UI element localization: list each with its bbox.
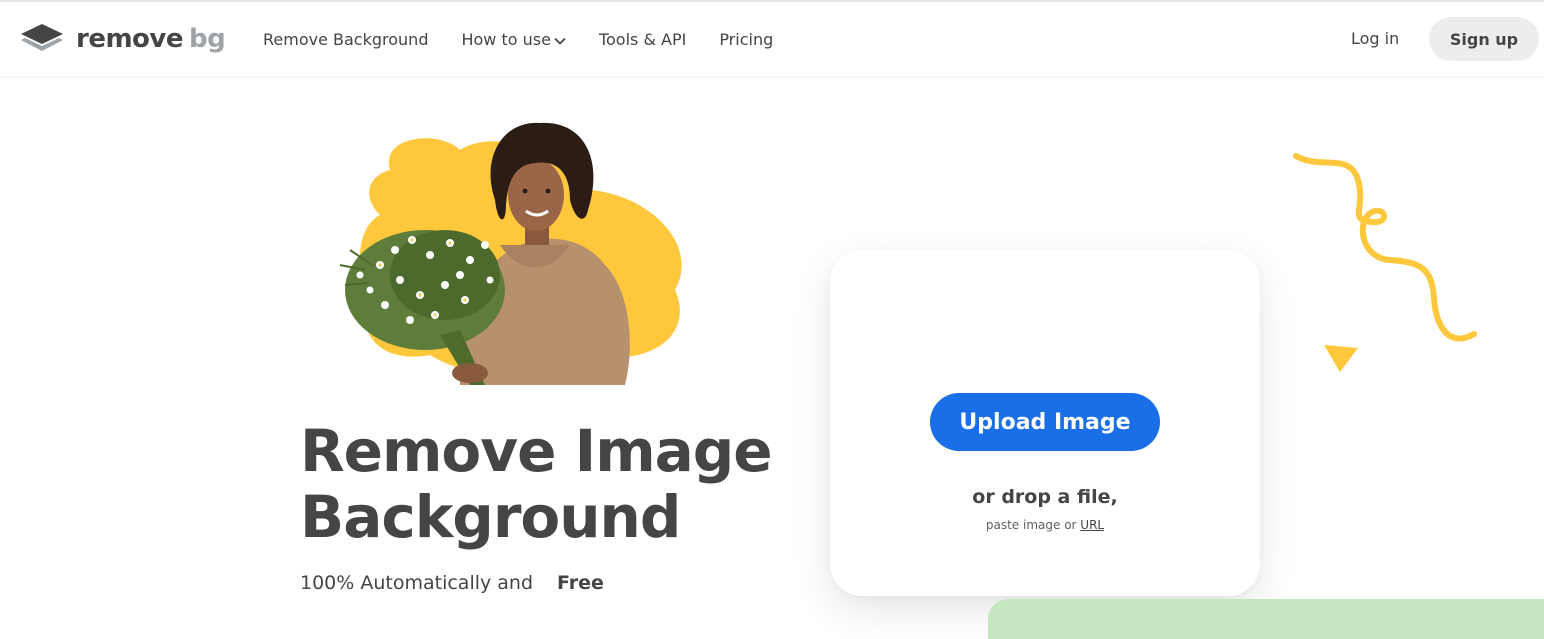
chevron-down-icon bbox=[554, 30, 566, 49]
paste-image-text: paste image or URL bbox=[985, 518, 1105, 532]
squiggle-decoration bbox=[1293, 153, 1477, 342]
green-panel bbox=[988, 599, 1544, 639]
nav-pricing[interactable]: Pricing bbox=[719, 30, 773, 49]
hero-subtitle: 100% Automatically and Free bbox=[300, 570, 616, 596]
nav-remove-background[interactable]: Remove Background bbox=[263, 30, 428, 49]
nav-tools-api[interactable]: Tools & API bbox=[599, 30, 686, 49]
login-link[interactable]: Log in bbox=[1351, 29, 1399, 48]
signup-button[interactable]: Sign up bbox=[1429, 17, 1539, 61]
logo[interactable]: remove bg bbox=[20, 22, 226, 56]
navbar: remove bg Remove Background How to use To… bbox=[0, 2, 1544, 77]
hero-illustration bbox=[339, 122, 682, 385]
main-nav: Remove Background How to use Tools & API… bbox=[263, 2, 806, 76]
triangle-decoration bbox=[1324, 345, 1358, 372]
url-link[interactable]: URL bbox=[1080, 518, 1104, 532]
upload-image-button[interactable]: Upload Image bbox=[930, 393, 1160, 451]
page-title: Remove Image Background bbox=[300, 417, 773, 551]
upload-card[interactable]: Upload Image or drop a file, paste image… bbox=[830, 250, 1260, 596]
drop-file-text: or drop a file, bbox=[972, 486, 1118, 508]
logo-layers-icon bbox=[21, 24, 63, 51]
logo-wordmark: remove bg bbox=[76, 24, 226, 54]
free-badge: Free bbox=[545, 570, 616, 596]
nav-how-to-use[interactable]: How to use bbox=[461, 30, 566, 49]
